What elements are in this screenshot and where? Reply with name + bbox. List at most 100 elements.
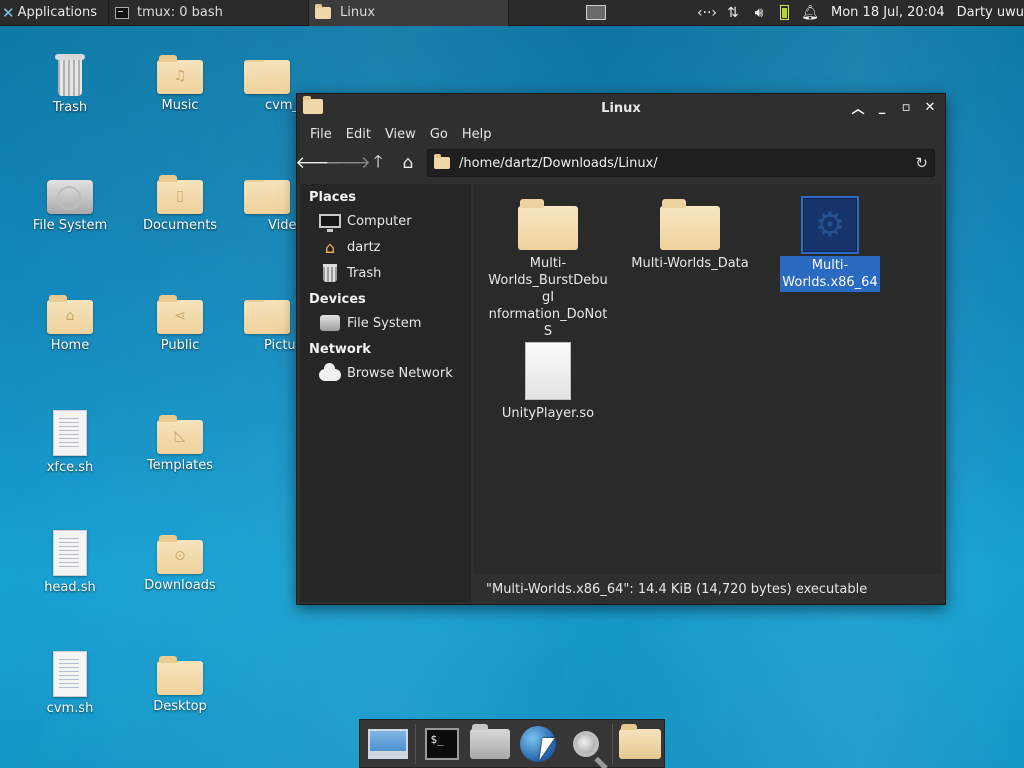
sidebar-header-network: Network bbox=[309, 342, 371, 357]
location-bar[interactable]: /home/dartz/Downloads/Linux/ ↻ bbox=[427, 149, 935, 177]
minimize-icon[interactable]: _ bbox=[873, 98, 891, 116]
reload-icon[interactable]: ↻ bbox=[915, 154, 928, 172]
desktop-icon-cvm-sh[interactable]: cvm.sh bbox=[20, 651, 120, 716]
toolbar: 🡐 🡒 🡑 ⌂ /home/dartz/Downloads/Linux/ ↻ bbox=[295, 146, 945, 180]
home-folder-icon bbox=[470, 723, 511, 759]
location-path[interactable]: /home/dartz/Downloads/Linux/ bbox=[459, 156, 658, 171]
desktop-icon-label: Vide bbox=[268, 218, 296, 233]
menu-view[interactable]: View bbox=[378, 127, 423, 142]
file-item-executable[interactable]: ⚙ Multi- Worlds.x86_64 bbox=[765, 198, 895, 292]
battery-icon[interactable] bbox=[780, 5, 789, 20]
desktop-icon-label: File System bbox=[32, 218, 108, 233]
desktop-icon-label: cvm_ bbox=[265, 98, 296, 113]
menu-go[interactable]: Go bbox=[423, 127, 455, 142]
menu-file[interactable]: File bbox=[303, 127, 339, 142]
script-file-icon bbox=[53, 651, 87, 697]
window-titlebar[interactable]: Linux ︿ _ ▫ ✕ bbox=[297, 94, 945, 122]
desktop-icon-trash[interactable]: Trash bbox=[20, 54, 120, 115]
desktop-icon-head-sh[interactable]: head.sh bbox=[20, 530, 120, 595]
desktop-icon-public[interactable]: ⋖ Public bbox=[130, 295, 230, 353]
desktop-icon-desktop[interactable]: Desktop bbox=[130, 656, 230, 714]
magnifier-icon bbox=[572, 730, 599, 757]
system-tray: ‹··› ⇅ 🔊︎ 🔔︎ Mon 18 Jul, 20:04 Darty uwu bbox=[694, 0, 1024, 26]
sidebar: Places Computer ⌂ dartz Trash Devices Fi… bbox=[300, 184, 471, 602]
file-item-burst-debug-folder[interactable]: Multi- Worlds_BurstDebugI nformation_DoN… bbox=[483, 198, 613, 358]
workspace-switcher[interactable] bbox=[508, 0, 683, 26]
file-item-data-folder[interactable]: Multi-Worlds_Data bbox=[625, 198, 755, 273]
desktop-icon-downloads[interactable]: ⊙ Downloads bbox=[130, 535, 230, 593]
taskbar-item-label: tmux: 0 bash bbox=[137, 5, 223, 20]
videos-folder-icon bbox=[244, 180, 290, 214]
sidebar-item-label: File System bbox=[347, 315, 422, 331]
sidebar-item-label: Trash bbox=[347, 265, 382, 281]
dock-show-desktop[interactable] bbox=[364, 721, 412, 767]
file-item-label: Multi- Worlds.x86_64 bbox=[780, 256, 880, 292]
executable-gear-icon: ⚙ bbox=[803, 198, 857, 252]
sidebar-item-browse-network[interactable]: Browse Network bbox=[300, 360, 471, 386]
dock-folder[interactable] bbox=[616, 721, 664, 767]
clock[interactable]: Mon 18 Jul, 20:04 bbox=[831, 5, 945, 20]
sidebar-item-dartz[interactable]: ⌂ dartz bbox=[300, 234, 471, 260]
file-view[interactable]: Multi- Worlds_BurstDebugI nformation_DoN… bbox=[473, 184, 941, 574]
desktop-icon-documents[interactable]: ▯ Documents bbox=[130, 175, 230, 233]
folder-icon bbox=[660, 199, 720, 250]
network-arrows-icon[interactable]: ‹··› bbox=[694, 5, 720, 21]
file-item-unityplayer[interactable]: UnityPlayer.so bbox=[483, 342, 613, 423]
dock: $_ bbox=[359, 719, 665, 768]
file-item-label: Multi-Worlds_Data bbox=[631, 256, 749, 271]
sidebar-item-trash[interactable]: Trash bbox=[300, 260, 471, 286]
desktop-icon-cvm[interactable]: cvm_ bbox=[240, 60, 296, 113]
up-arrow-icon[interactable]: 🡑 bbox=[363, 150, 393, 176]
desktop-icon-file-system[interactable]: File System bbox=[20, 180, 120, 233]
shade-icon[interactable]: ︿ bbox=[849, 98, 867, 117]
desktop-icon-label: cvm.sh bbox=[46, 701, 94, 716]
top-panel: ✕ Applications tmux: 0 bash Linux ‹··› ⇅… bbox=[0, 0, 1024, 26]
applications-menu-button[interactable]: ✕ Applications bbox=[0, 0, 108, 26]
dock-separator bbox=[612, 723, 614, 764]
sidebar-item-computer[interactable]: Computer bbox=[300, 208, 471, 234]
library-file-icon bbox=[525, 342, 571, 400]
transfer-arrows-icon[interactable]: ⇅ bbox=[720, 5, 746, 21]
dock-terminal[interactable]: $_ bbox=[419, 721, 467, 767]
sidebar-header-devices: Devices bbox=[309, 292, 366, 307]
menu-bar: File Edit View Go Help bbox=[297, 122, 945, 146]
workspace-1[interactable] bbox=[586, 5, 606, 20]
taskbar-item-linux[interactable]: Linux bbox=[308, 0, 508, 26]
show-desktop-icon bbox=[367, 728, 408, 759]
sidebar-item-label: Computer bbox=[347, 213, 412, 229]
file-manager-window: Linux ︿ _ ▫ ✕ File Edit View Go Help 🡐 🡒… bbox=[295, 93, 946, 605]
desktop-icon-label: Templates bbox=[146, 458, 214, 473]
sidebar-item-file-system[interactable]: File System bbox=[300, 310, 471, 336]
terminal-icon bbox=[115, 6, 129, 19]
desktop-icon-xfce-sh[interactable]: xfce.sh bbox=[20, 410, 120, 475]
maximize-icon[interactable]: ▫ bbox=[897, 98, 915, 116]
dock-home-folder[interactable] bbox=[466, 721, 514, 767]
dock-app-finder[interactable] bbox=[562, 721, 610, 767]
xfce-logo-icon: ✕ bbox=[2, 3, 15, 22]
dock-web-browser[interactable] bbox=[514, 721, 562, 767]
hard-drive-icon bbox=[47, 180, 93, 214]
folder-icon bbox=[518, 199, 578, 250]
home-icon[interactable]: ⌂ bbox=[393, 150, 423, 176]
desktop-icon-videos[interactable]: Vide bbox=[240, 180, 296, 233]
volume-icon[interactable]: 🔊︎ bbox=[746, 5, 772, 21]
desktop-icon-home[interactable]: ⌂ Home bbox=[20, 295, 120, 353]
folder-icon bbox=[244, 60, 290, 94]
user-menu[interactable]: Darty uwu bbox=[957, 5, 1024, 20]
desktop-icon-label: Home bbox=[50, 338, 90, 353]
taskbar-item-tmux[interactable]: tmux: 0 bash bbox=[108, 0, 308, 26]
desktop-icon-label: Documents bbox=[142, 218, 218, 233]
folder-icon bbox=[619, 723, 662, 759]
desktop-icon-pictures[interactable]: Pictu bbox=[240, 300, 296, 353]
close-icon[interactable]: ✕ bbox=[921, 98, 939, 116]
taskbar-item-label: Linux bbox=[340, 5, 376, 20]
desktop-icon-label: xfce.sh bbox=[46, 460, 94, 475]
desktop-icon-music[interactable]: ♫ Music bbox=[130, 55, 230, 113]
menu-help[interactable]: Help bbox=[455, 127, 499, 142]
bell-icon[interactable]: 🔔︎ bbox=[797, 5, 823, 21]
desktop-icon-templates[interactable]: ◺ Templates bbox=[130, 415, 230, 473]
applications-label: Applications bbox=[17, 5, 97, 20]
menu-edit[interactable]: Edit bbox=[339, 127, 378, 142]
downloads-folder-icon: ⊙ bbox=[157, 535, 203, 574]
forward-arrow-icon[interactable]: 🡒 bbox=[325, 150, 371, 176]
